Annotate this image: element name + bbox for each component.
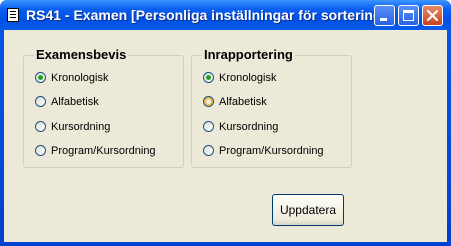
radio-label: Alfabetisk [51,96,99,108]
window-title: RS41 - Examen [Personliga inställningar … [26,7,387,23]
radio-label: Kronologisk [51,72,109,84]
radio-label: Program/Kursordning [51,145,156,157]
radio-unchecked-icon[interactable] [203,121,214,132]
radio-unchecked-icon[interactable] [35,121,46,132]
radio-unchecked-icon[interactable] [35,96,46,107]
minimize-button[interactable] [374,5,395,26]
radio-label: Kursordning [219,121,279,133]
radio-label: Alfabetisk [219,96,267,108]
title-bar[interactable]: RS41 - Examen [Personliga inställningar … [0,0,451,30]
dialog-client-area: Examensbevis Kronologisk Alfabetisk Kurs… [4,30,447,242]
app-window: RS41 - Examen [Personliga inställningar … [0,0,451,246]
radio-unchecked-icon[interactable] [203,96,214,107]
group-legend-examensbevis: Examensbevis [34,47,129,63]
radio-unchecked-icon[interactable] [203,145,214,156]
radio-unchecked-icon[interactable] [35,145,46,156]
app-document-icon[interactable] [7,8,19,22]
update-button[interactable]: Uppdatera [272,194,344,226]
radio-label: Kursordning [51,121,111,133]
radio-label: Kronologisk [219,72,277,84]
group-legend-inrapportering: Inrapportering [202,47,295,63]
examensbevis-group: Examensbevis Kronologisk Alfabetisk Kurs… [23,47,184,168]
radio-checked-icon[interactable] [35,72,46,83]
radio-checked-icon[interactable] [203,72,214,83]
radio-label: Program/Kursordning [219,145,324,157]
maximize-button[interactable] [398,5,419,26]
inrapportering-group: Inrapportering Kronologisk Alfabetisk Ku… [191,47,352,168]
close-button[interactable] [422,5,443,26]
close-icon [427,10,438,21]
